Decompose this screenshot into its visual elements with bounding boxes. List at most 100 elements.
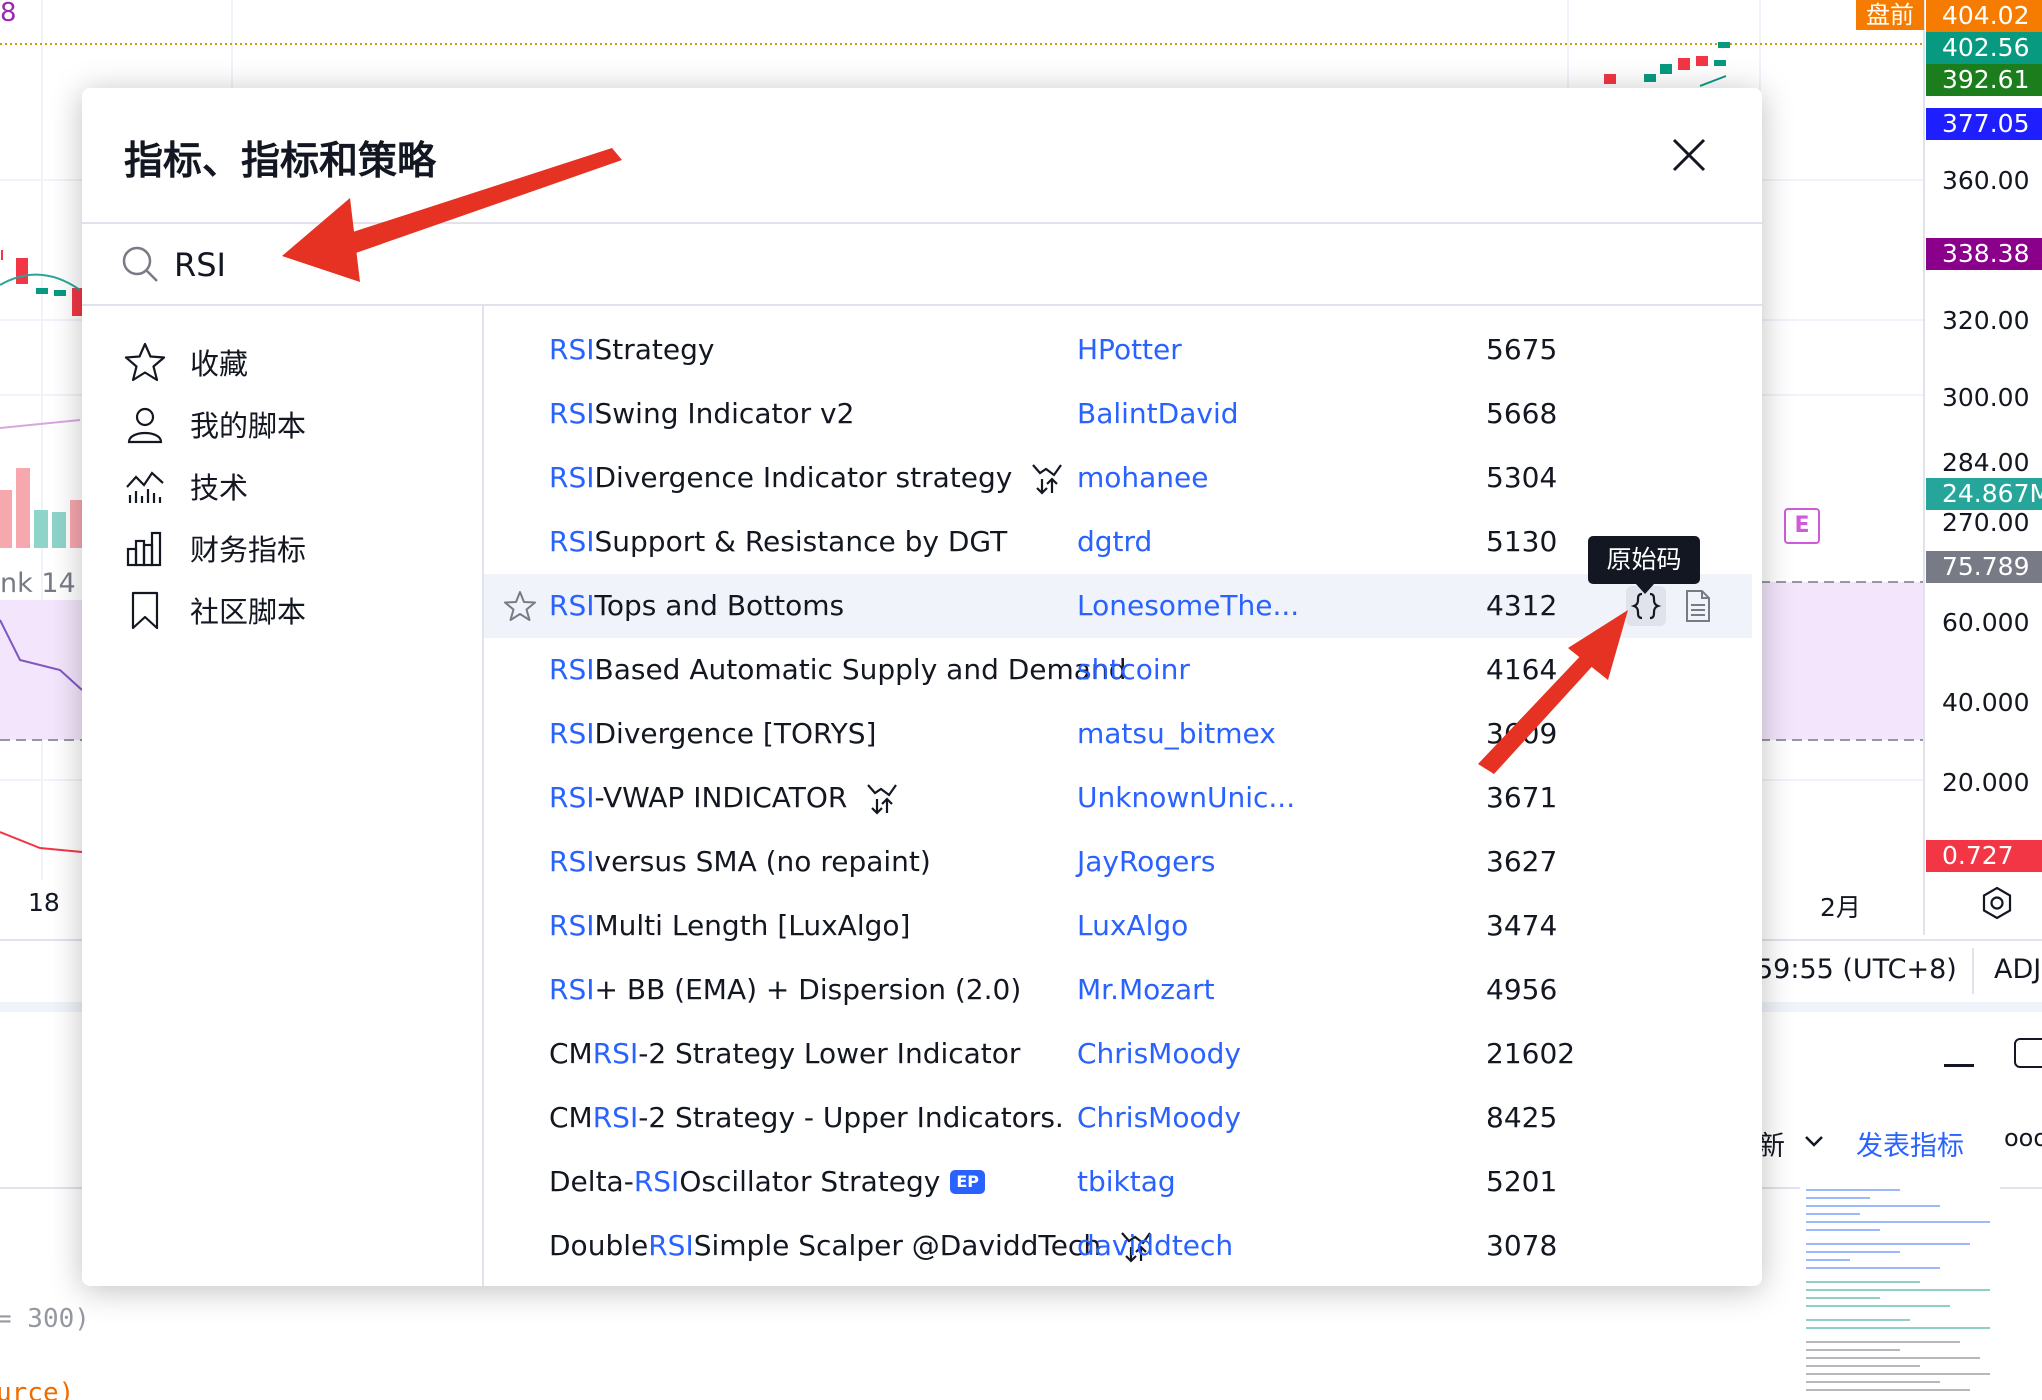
script-name-suffix: -2 Strategy Lower Indicator [638, 1037, 1021, 1070]
script-name[interactable]: RSI Tops and Bottoms [549, 574, 844, 638]
script-name-keyword: RSI [549, 589, 595, 622]
result-row[interactable]: Double RSI Simple Scalper @DaviddTech dav… [484, 1214, 1752, 1278]
script-author-link[interactable]: HPotter [1077, 318, 1182, 382]
sidebar-item-technicals[interactable]: 技术 [124, 456, 248, 516]
favorite-star-icon[interactable] [504, 590, 536, 622]
price-tag-3: 392.61 [1926, 64, 2042, 96]
sidebar-item-favorites[interactable]: 收藏 [124, 332, 248, 392]
script-name-suffix: Strategy [594, 333, 715, 366]
script-name[interactable]: Double RSI Simple Scalper @DaviddTech [549, 1214, 1153, 1278]
axis-label: 20.000 [1942, 768, 2030, 797]
script-author-link[interactable]: LonesomeThe... [1077, 574, 1299, 638]
chevron-down-icon[interactable] [1804, 1134, 1824, 1148]
script-name[interactable]: RSI Based Automatic Supply and Demand [549, 638, 1127, 702]
result-row[interactable]: RSI -VWAP INDICATOR UnknownUnic... 3671 [484, 766, 1752, 830]
adjust-label[interactable]: ADJ [1994, 954, 2041, 985]
script-name[interactable]: RSI Divergence Indicator strategy [549, 446, 1064, 510]
script-name-prefix: Double [549, 1229, 649, 1262]
sidebar-item-community[interactable]: 社区脚本 [124, 580, 306, 640]
result-row[interactable]: RSI Support & Resistance by DGT dgtrd 5130 [484, 510, 1752, 574]
result-row[interactable]: RSI Tops and Bottoms LonesomeThe... 4312 [484, 574, 1752, 638]
script-likes-count: 5130 [1486, 525, 1558, 558]
script-name[interactable]: CM RSI -2 Strategy - Upper Indicators. [549, 1086, 1064, 1150]
script-name-keyword: RSI [549, 653, 595, 686]
result-row[interactable]: RSI + BB (EMA) + Dispersion (2.0) Mr.Moza… [484, 958, 1752, 1022]
price-tag-7: 75.789 [1926, 551, 2042, 583]
script-name[interactable]: RSI Divergence [TORYS] [549, 702, 876, 766]
sidebar-item-financials[interactable]: 财务指标 [124, 518, 306, 578]
result-row[interactable]: RSI Swing Indicator v2 BalintDavid 5668 [484, 382, 1752, 446]
script-author-link[interactable]: matsu_bitmex [1077, 702, 1276, 766]
result-row[interactable]: Delta- RSI Oscillator Strategy EP tbiktag 52… [484, 1150, 1752, 1214]
result-row[interactable]: CM RSI -2 Strategy Lower Indicator ChrisMo… [484, 1022, 1752, 1086]
script-likes-count: 3671 [1486, 781, 1558, 814]
script-name-keyword: RSI [549, 461, 595, 494]
toolbar-divider [1972, 948, 1974, 994]
sidebar-item-label: 收藏 [190, 347, 249, 381]
chart-settings-icon[interactable] [1980, 886, 2014, 920]
script-name[interactable]: RSI Multi Length [LuxAlgo] [549, 894, 910, 958]
script-name[interactable]: RSI -VWAP INDICATOR [549, 766, 899, 830]
script-name[interactable]: Delta- RSI Oscillator Strategy EP [549, 1150, 985, 1214]
script-name-suffix: Divergence Indicator strategy [594, 461, 1013, 494]
result-row[interactable]: RSI versus SMA (no repaint) JayRogers 3627 [484, 830, 1752, 894]
axis-label: 60.000 [1942, 608, 2030, 637]
time-axis-label: 2月 [1820, 893, 1861, 922]
more-options-icon[interactable]: ooo [2004, 1124, 2042, 1152]
script-name-suffix: + BB (EMA) + Dispersion (2.0) [594, 973, 1022, 1006]
script-name-suffix: Based Automatic Supply and Demand [594, 653, 1127, 686]
script-name-keyword: RSI [592, 1101, 639, 1134]
source-code-tooltip: 原始码 [1588, 536, 1700, 594]
axis-label: 40.000 [1942, 688, 2030, 717]
script-author-link[interactable]: mohanee [1077, 446, 1209, 510]
timezone-label[interactable]: 59:55 (UTC+8) [1756, 954, 1957, 985]
script-likes-count: 21602 [1486, 1037, 1576, 1070]
close-icon[interactable] [1668, 134, 1710, 176]
maximize-icon[interactable] [2014, 1038, 2042, 1068]
script-name-keyword: RSI [648, 1229, 694, 1262]
price-tag-1: 404.02 [1926, 0, 2042, 32]
script-name[interactable]: RSI Strategy [549, 318, 714, 382]
result-row[interactable]: CM RSI -2 Strategy - Upper Indicators. Chr… [484, 1086, 1752, 1150]
script-author-link[interactable]: dgtrd [1077, 510, 1152, 574]
script-author-link[interactable]: shtcoinr [1077, 638, 1190, 702]
script-name[interactable]: RSI versus SMA (no repaint) [549, 830, 931, 894]
indicators-dialog: 指标、指标和策略 收藏 我的脚本 技术 财务指标 社区脚本 [82, 88, 1762, 1286]
script-author-link[interactable]: BalintDavid [1077, 382, 1239, 446]
script-name-keyword: RSI [549, 973, 595, 1006]
minimize-icon[interactable] [1944, 1064, 1974, 1067]
search-bar [82, 222, 1762, 306]
document-icon[interactable] [1680, 588, 1716, 624]
script-author-link[interactable]: UnknownUnic... [1077, 766, 1295, 830]
publish-indicator-button[interactable]: 发表指标 [1856, 1124, 1964, 1163]
earnings-badge[interactable]: E [1784, 508, 1820, 544]
script-author-link[interactable]: ChrisMoody [1077, 1022, 1241, 1086]
curly-braces-icon [1631, 592, 1661, 620]
result-row[interactable]: RSI Strategy HPotter 5675 [484, 318, 1752, 382]
chart-top-left-digit: 8 [0, 0, 17, 28]
script-name[interactable]: CM RSI -2 Strategy Lower Indicator [549, 1022, 1020, 1086]
search-input[interactable] [174, 236, 1674, 294]
script-name-keyword: RSI [549, 525, 595, 558]
result-row[interactable]: RSI Based Automatic Supply and Demand sht… [484, 638, 1752, 702]
result-row[interactable]: RSI Divergence [TORYS] matsu_bitmex 3609 [484, 702, 1752, 766]
script-author-link[interactable]: LuxAlgo [1077, 894, 1188, 958]
price-tag-5: 338.38 [1926, 238, 2042, 270]
result-row[interactable]: RSI Multi Length [LuxAlgo] LuxAlgo 3474 [484, 894, 1752, 958]
editor-new-menu[interactable]: 新 [1758, 1124, 1785, 1163]
script-author-link[interactable]: Mr.Mozart [1077, 958, 1215, 1022]
result-row[interactable]: RSI Divergence Indicator strategy mohanee… [484, 446, 1752, 510]
script-author-link[interactable]: JayRogers [1077, 830, 1215, 894]
sidebar-item-my-scripts[interactable]: 我的脚本 [124, 394, 306, 454]
code-fragment: urce) [0, 1378, 75, 1400]
script-author-link[interactable]: daviddtech [1077, 1214, 1233, 1278]
script-author-link[interactable]: ChrisMoody [1077, 1086, 1241, 1150]
sidebar-item-label: 财务指标 [190, 533, 307, 567]
star-icon [124, 342, 166, 382]
script-likes-count: 5668 [1486, 397, 1558, 430]
script-name[interactable]: RSI + BB (EMA) + Dispersion (2.0) [549, 958, 1021, 1022]
script-name[interactable]: RSI Support & Resistance by DGT [549, 510, 1007, 574]
script-likes-count: 4312 [1486, 589, 1558, 622]
script-name[interactable]: RSI Swing Indicator v2 [549, 382, 854, 446]
script-author-link[interactable]: tbiktag [1077, 1150, 1176, 1214]
